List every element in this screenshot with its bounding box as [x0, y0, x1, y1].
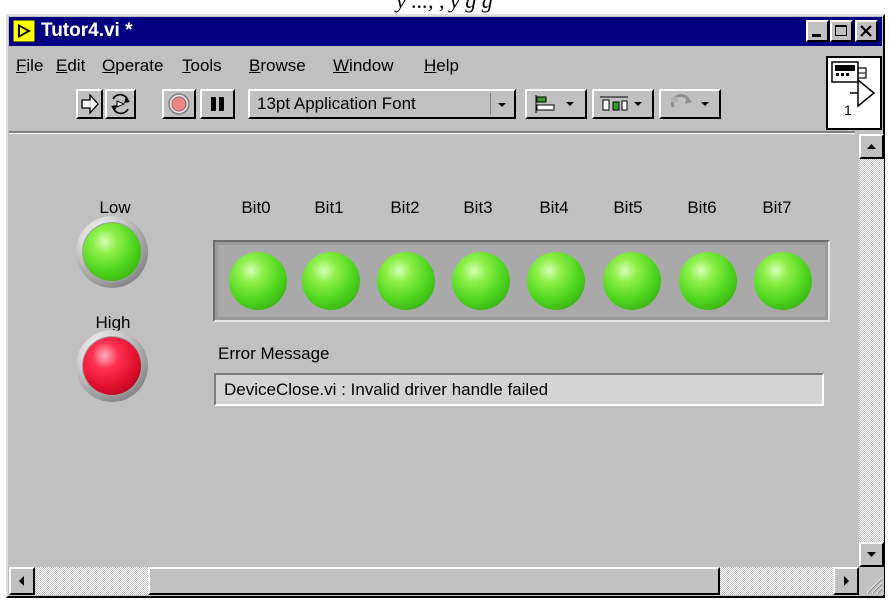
- bit3-label: Bit3: [463, 198, 493, 217]
- connector-pane-icon[interactable]: 1: [826, 56, 882, 130]
- menu-window[interactable]: Window: [333, 56, 393, 76]
- close-icon: [860, 25, 872, 37]
- bit6-led[interactable]: [679, 252, 737, 310]
- font-ring[interactable]: 13pt Application Font: [248, 89, 516, 119]
- bit0-label: Bit0: [241, 198, 271, 217]
- run-arrow-icon: [81, 93, 99, 115]
- toolbar-divider-highlight: [9, 133, 855, 134]
- abort-button[interactable]: [162, 89, 196, 119]
- distribute-objects-button[interactable]: [592, 89, 654, 119]
- error-message-label: Error Message: [218, 344, 330, 363]
- menu-file[interactable]: File: [16, 56, 43, 76]
- bit6-label: Bit6: [687, 198, 717, 217]
- pause-button[interactable]: [200, 89, 235, 119]
- vi-run-icon: [13, 20, 35, 42]
- document-fragment-text: y ..., , y g g: [396, 0, 493, 13]
- menu-browse[interactable]: Browse: [249, 56, 306, 76]
- bit7-label: Bit7: [762, 198, 792, 217]
- scroll-down-button[interactable]: [859, 542, 884, 567]
- scroll-right-button[interactable]: [833, 567, 859, 595]
- horizontal-scrollbar[interactable]: [9, 567, 859, 595]
- maximize-icon: [835, 25, 847, 36]
- scroll-up-button[interactable]: [859, 134, 884, 159]
- resize-grip-icon: [866, 577, 883, 594]
- error-message-value: DeviceClose.vi : Invalid driver handle f…: [224, 380, 549, 399]
- reorder-icon: [670, 93, 709, 108]
- close-button[interactable]: [855, 20, 878, 42]
- bit5-led[interactable]: [603, 252, 661, 310]
- bit2-label: Bit2: [390, 198, 420, 217]
- font-ring-value: 13pt Application Font: [257, 94, 416, 113]
- bit4-label: Bit4: [539, 198, 569, 217]
- vertical-scrollbar[interactable]: [859, 134, 884, 567]
- bit0-led[interactable]: [229, 252, 287, 310]
- error-message-indicator[interactable]: DeviceClose.vi : Invalid driver handle f…: [214, 373, 824, 406]
- bit1-label: Bit1: [314, 198, 344, 217]
- reorder-button[interactable]: [659, 89, 721, 119]
- scroll-left-button[interactable]: [9, 567, 35, 595]
- maximize-button[interactable]: [830, 20, 853, 42]
- font-ring-dropdown[interactable]: [490, 93, 512, 115]
- arrow-left-icon: [19, 576, 24, 586]
- run-continuously-button[interactable]: [105, 89, 136, 119]
- stop-sign-icon: [168, 93, 190, 115]
- run-button[interactable]: [76, 89, 103, 119]
- arrow-up-icon: [867, 144, 876, 149]
- arrow-down-icon: [867, 552, 876, 557]
- bit1-led[interactable]: [302, 252, 360, 310]
- dropdown-arrow-icon: [498, 103, 506, 107]
- low-led[interactable]: [83, 223, 141, 281]
- horizontal-scroll-thumb[interactable]: [148, 567, 720, 595]
- bit3-led[interactable]: [452, 252, 510, 310]
- bit4-led[interactable]: [527, 252, 585, 310]
- bit2-led[interactable]: [377, 252, 435, 310]
- bit7-led[interactable]: [754, 252, 812, 310]
- run-continuously-icon: [111, 93, 130, 115]
- window-title: Tutor4.vi *: [41, 20, 133, 41]
- title-bar[interactable]: Tutor4.vi *: [9, 17, 882, 46]
- high-led[interactable]: [83, 337, 141, 395]
- distribute-objects-icon: [600, 96, 642, 111]
- align-objects-icon: [535, 95, 574, 113]
- minimize-button[interactable]: [806, 20, 829, 42]
- minimize-icon: [812, 34, 821, 37]
- connector-pane-number: 1: [844, 102, 852, 118]
- align-objects-button[interactable]: [525, 89, 587, 119]
- pause-icon: [211, 97, 224, 111]
- size-grip[interactable]: [859, 567, 884, 595]
- menu-edit[interactable]: Edit: [56, 56, 85, 76]
- menu-operate[interactable]: Operate: [102, 56, 163, 76]
- menu-help[interactable]: Help: [424, 56, 459, 76]
- vi-icon: [831, 61, 876, 108]
- arrow-right-icon: [844, 576, 849, 586]
- low-led-label: Low: [99, 198, 131, 217]
- bit5-label: Bit5: [613, 198, 643, 217]
- menu-tools[interactable]: Tools: [182, 56, 222, 76]
